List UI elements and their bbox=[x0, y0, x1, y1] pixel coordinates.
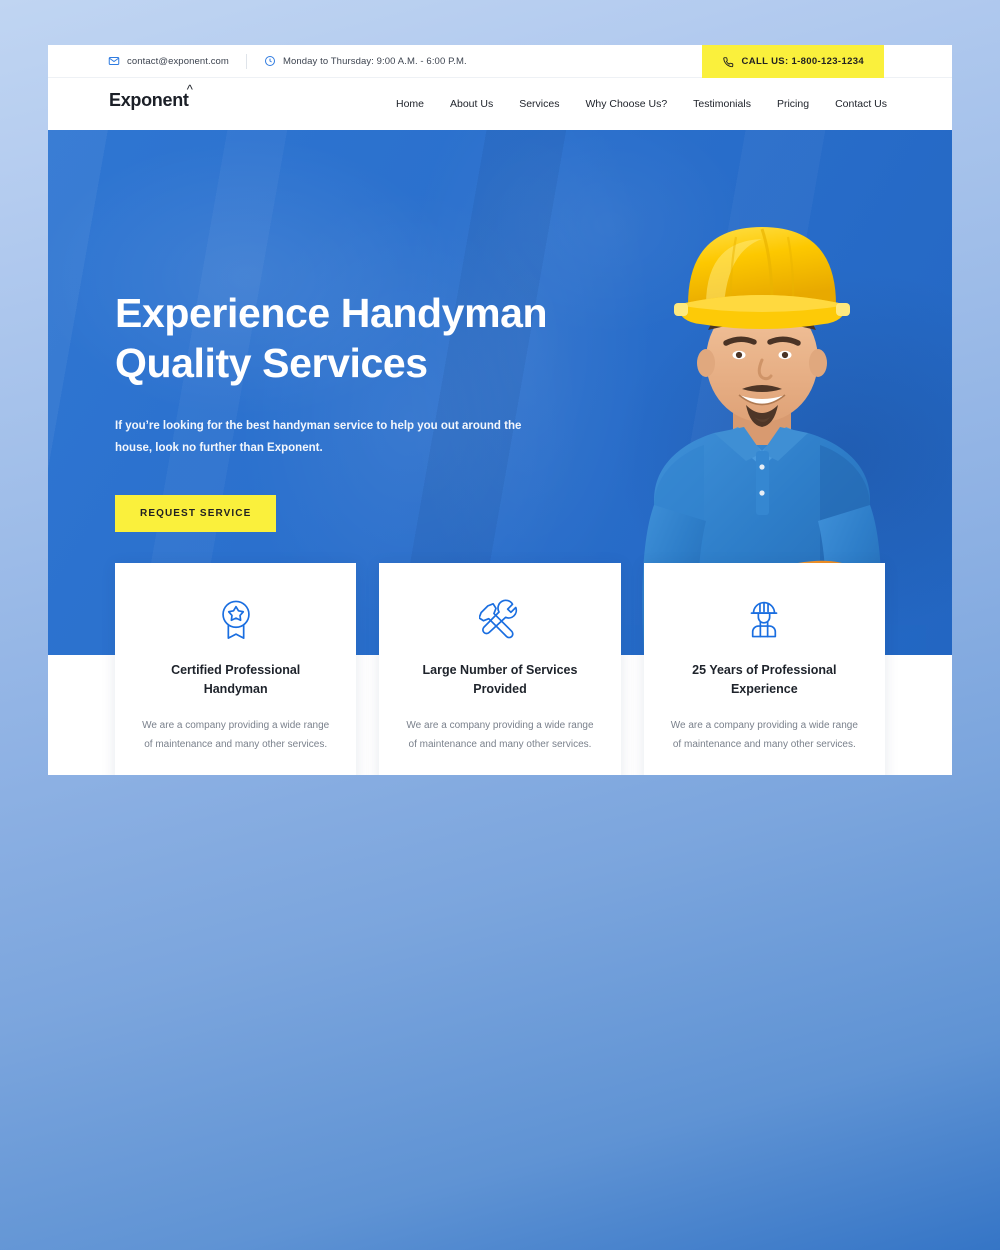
phone-icon bbox=[722, 56, 734, 68]
call-us-button[interactable]: CALL US: 1-800-123-1234 bbox=[701, 45, 884, 78]
feature-cards: Certified Professional Handyman We are a… bbox=[115, 563, 885, 775]
award-badge-icon bbox=[141, 597, 330, 643]
brand-logo[interactable]: Exponent ^ bbox=[109, 83, 193, 111]
nav-item-services[interactable]: Services bbox=[506, 98, 572, 110]
topbar-hours: Monday to Thursday: 9:00 A.M. - 6:00 P.M… bbox=[264, 55, 467, 67]
clock-icon bbox=[264, 55, 276, 67]
wrench-screwdriver-icon bbox=[405, 597, 594, 643]
hero-subtitle: If you’re looking for the best handyman … bbox=[115, 420, 522, 455]
hero-content: Experience Handyman Quality Services If … bbox=[115, 288, 585, 532]
topbar-email[interactable]: contact@exponent.com bbox=[108, 55, 229, 67]
feature-card: Large Number of Services Provided We are… bbox=[379, 563, 621, 775]
nav-item-testimonials[interactable]: Testimonials bbox=[680, 98, 764, 110]
feature-card-title: Certified Professional Handyman bbox=[171, 663, 301, 697]
website-page: contact@exponent.com Monday to Thursday:… bbox=[48, 45, 952, 775]
topbar-email-text: contact@exponent.com bbox=[127, 55, 229, 67]
envelope-icon bbox=[108, 55, 120, 67]
nav-item-pricing[interactable]: Pricing bbox=[764, 98, 822, 110]
hero-title: Experience Handyman Quality Services bbox=[115, 288, 585, 388]
top-info-bar: contact@exponent.com Monday to Thursday:… bbox=[48, 45, 952, 78]
feature-card-text: We are a company providing a wide range … bbox=[406, 719, 594, 750]
nav-item-why-choose-us[interactable]: Why Choose Us? bbox=[572, 98, 680, 110]
topbar-hours-text: Monday to Thursday: 9:00 A.M. - 6:00 P.M… bbox=[282, 55, 467, 67]
feature-card: Certified Professional Handyman We are a… bbox=[115, 563, 357, 775]
nav-item-contact-us[interactable]: Contact Us bbox=[822, 98, 900, 110]
hero-title-line-2: Quality Services bbox=[115, 340, 428, 387]
topbar-divider bbox=[245, 53, 247, 69]
topbar-contact-group: contact@exponent.com Monday to Thursday:… bbox=[48, 45, 467, 77]
nav-item-about-us[interactable]: About Us bbox=[437, 98, 506, 110]
brand-caret-icon: ^ bbox=[186, 82, 193, 97]
main-navbar: Exponent ^ Home About Us Services Why Cho… bbox=[48, 78, 952, 130]
nav-item-home[interactable]: Home bbox=[383, 98, 437, 110]
primary-nav: Home About Us Services Why Choose Us? Te… bbox=[383, 78, 900, 130]
feature-card-title: Large Number of Services Provided bbox=[422, 663, 578, 697]
feature-card-title: 25 Years of Professional Experience bbox=[692, 663, 837, 697]
brand-name: Exponent bbox=[109, 90, 189, 110]
request-service-button[interactable]: REQUEST SERVICE bbox=[115, 494, 277, 532]
call-us-label: CALL US: 1-800-123-1234 bbox=[741, 56, 864, 67]
worker-hardhat-icon bbox=[670, 597, 859, 643]
feature-card: 25 Years of Professional Experience We a… bbox=[643, 563, 885, 775]
feature-card-text: We are a company providing a wide range … bbox=[670, 719, 858, 750]
feature-card-text: We are a company providing a wide range … bbox=[142, 719, 330, 750]
hero-title-line-1: Experience Handyman bbox=[115, 290, 548, 336]
